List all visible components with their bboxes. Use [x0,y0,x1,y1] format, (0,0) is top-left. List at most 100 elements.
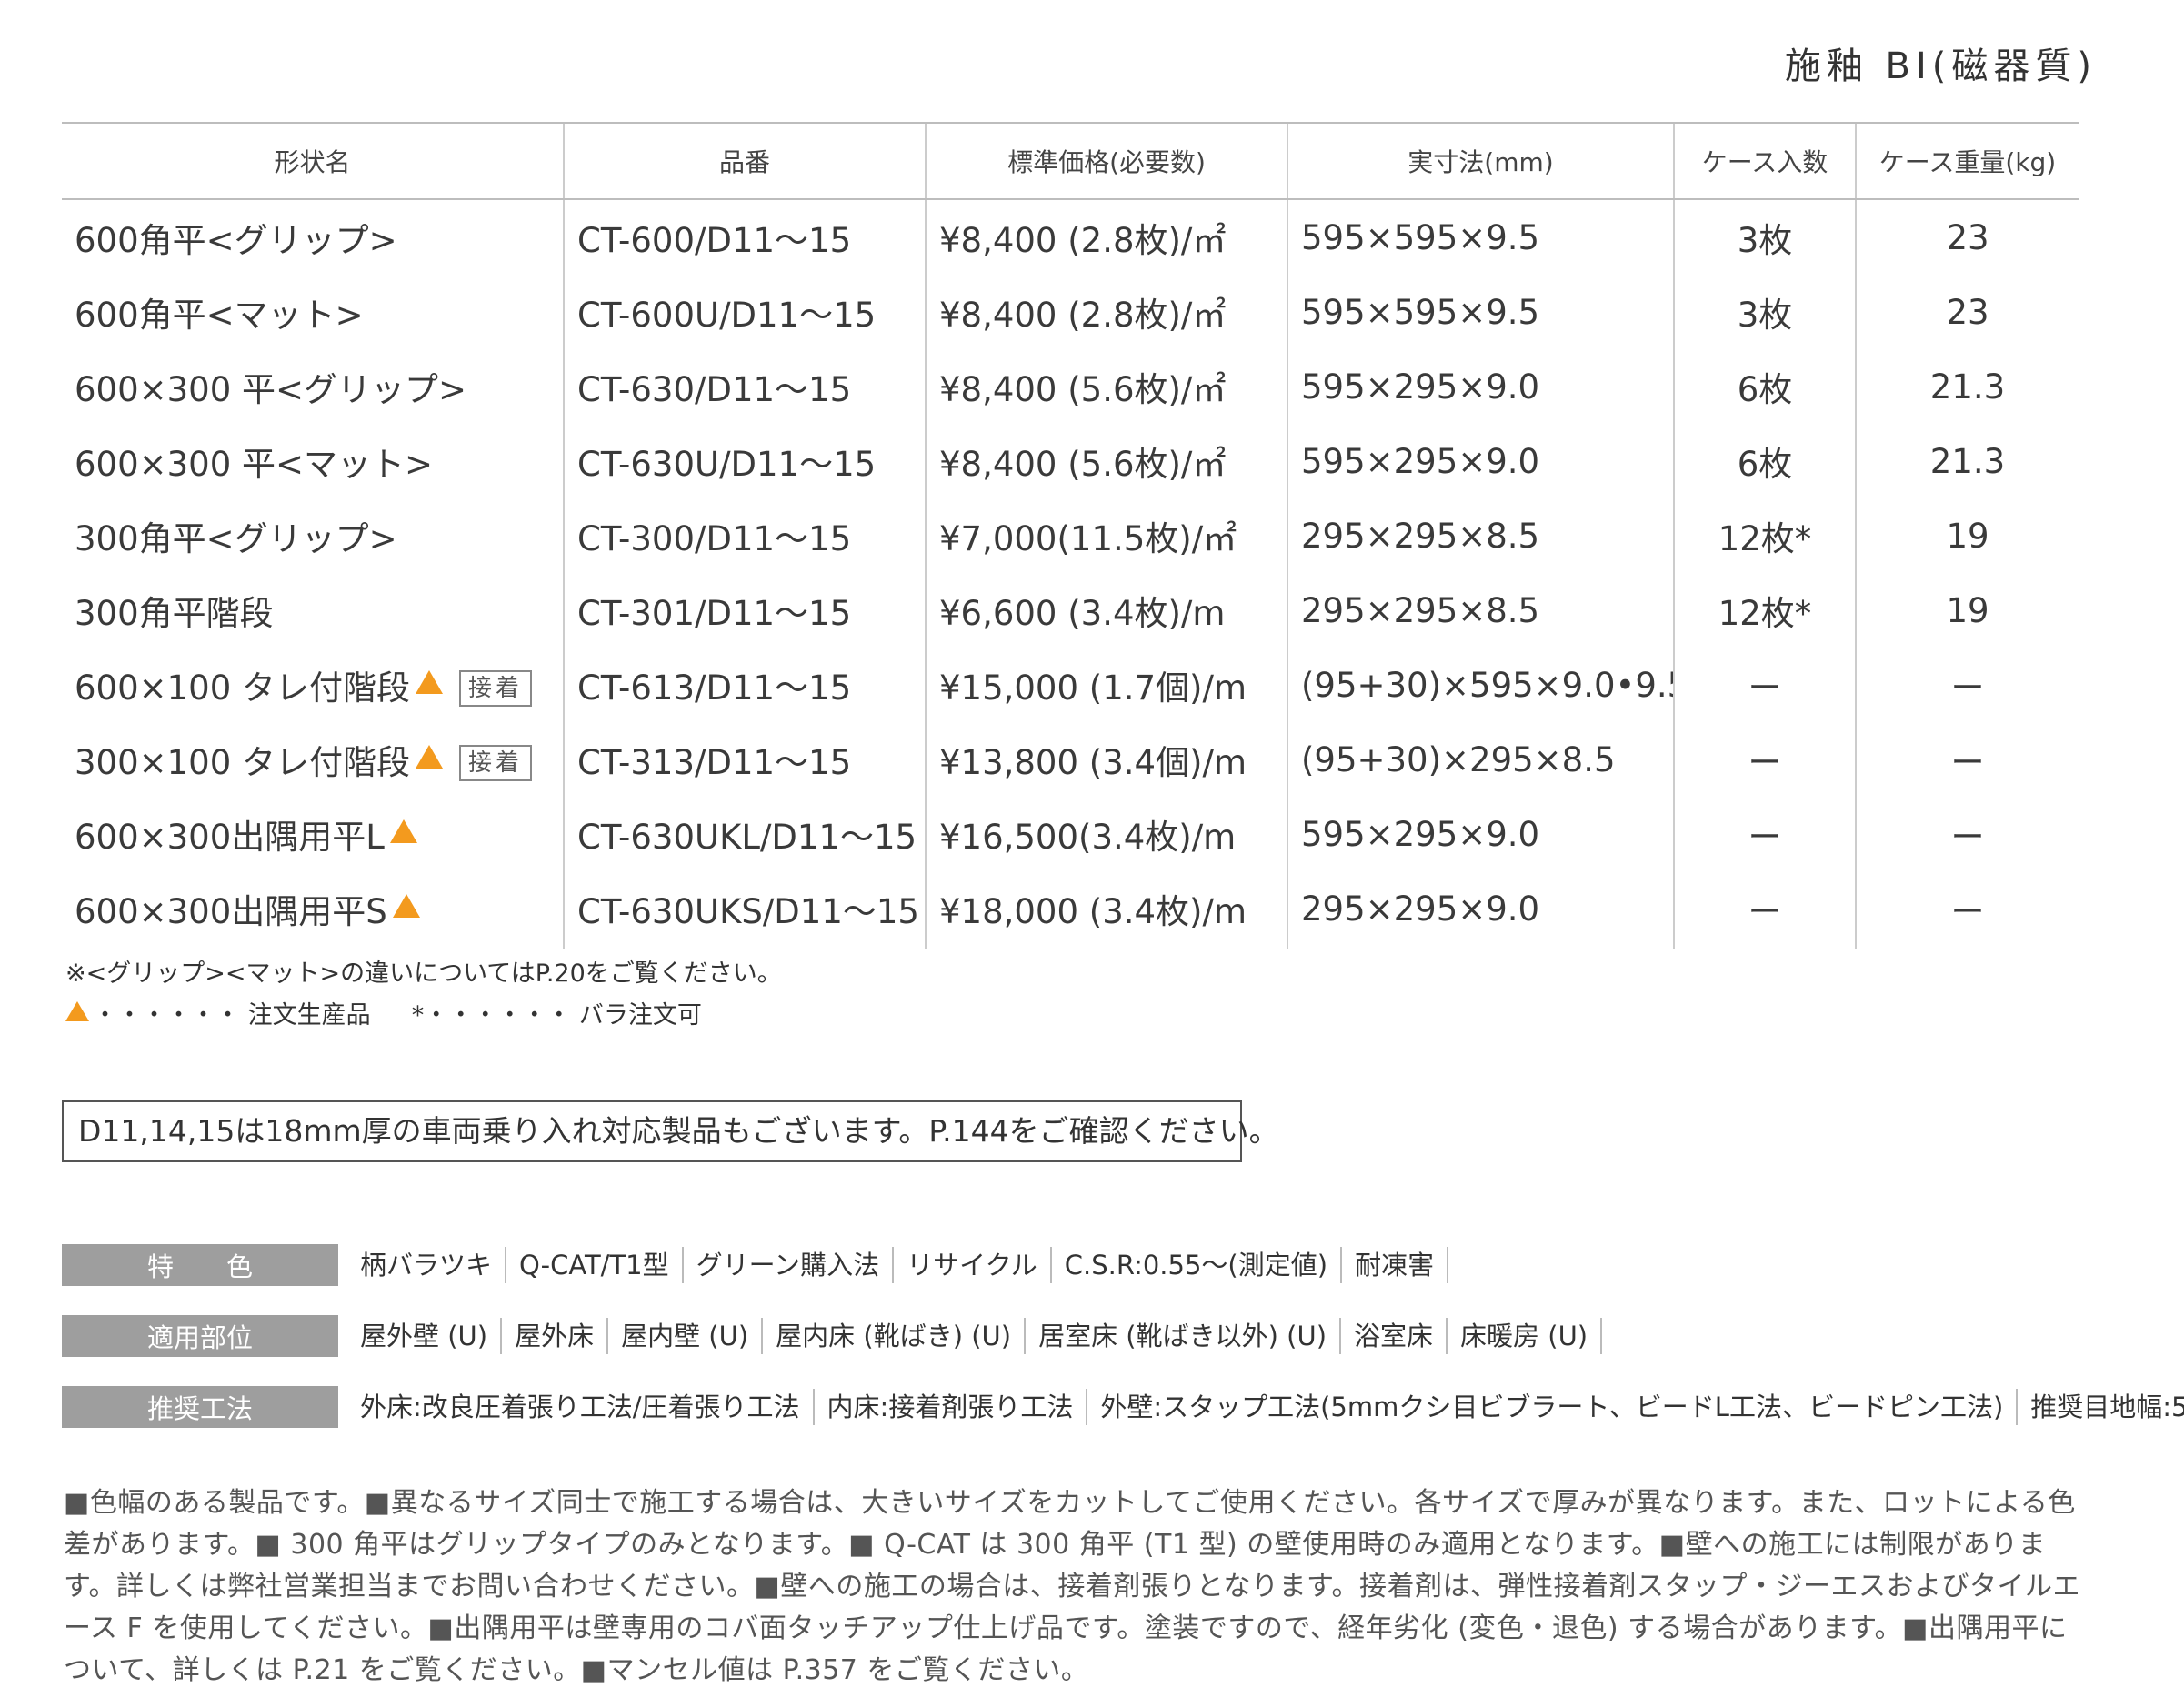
methods-label: 推奨工法 [62,1386,338,1428]
method-item: 外床:改良圧着張り工法/圧着張り工法 [347,1389,815,1425]
cell-product-code: CT-600/D11〜15 [563,199,926,275]
method-item: 内床:接着剤張り工法 [815,1389,1088,1425]
feature-item: 柄バラツキ [347,1247,507,1283]
feature-item: リサイクル [894,1247,1052,1283]
table-row: 600角平<グリップ> CT-600/D11〜15 ¥8,400 (2.8枚)/… [62,199,2079,275]
table-header-row: 形状名 品番 標準価格(必要数) 実寸法(mm) ケース入数 ケース重量(kg) [62,122,2079,200]
application-item: 屋外床 [502,1318,609,1354]
cell-shape-name: 300角平<グリップ> [75,519,397,558]
made-to-order-triangle-icon [65,1001,89,1021]
cell-product-code: CT-301/D11〜15 [563,573,926,648]
application-item: 床暖房 (U) [1448,1318,1603,1354]
grip-matte-note: ※<グリップ><マット>の違いについてはP.20をご覧ください。 [65,959,782,988]
header-standard-price: 標準価格(必要数) [925,122,1287,200]
cell-case-weight: ー [1855,722,2079,797]
cell-case-qty: ー [1673,648,1856,722]
cell-case-qty: 12枚* [1673,498,1856,573]
cell-size: 295×295×8.5 [1287,498,1674,573]
cell-product-code: CT-630/D11〜15 [563,349,926,424]
legend-loose-order: *・・・・・・ バラ注文可 [411,1001,702,1030]
made-to-order-triangle-icon [389,819,417,843]
cell-case-qty: 6枚 [1673,424,1856,498]
cell-product-code: CT-613/D11〜15 [563,648,926,722]
cell-price: ¥8,400 (2.8枚)/㎡ [925,199,1287,275]
method-item: 外壁:スタップ工法(5mmクシ目ビブラート、ビードL工法、ビードピン工法) [1087,1389,2019,1425]
product-footnote: ■色幅のある製品です。■異なるサイズ同士で施工する場合は、大きいサイズをカットし… [64,1487,2080,1686]
cell-price: ¥16,500(3.4枚)/m [925,797,1287,871]
cell-size: 295×295×9.0 [1287,871,1674,949]
shape-name-text: 600×300出隅用平S [75,892,387,931]
cell-shape-name: 600角平<マット> [75,296,364,335]
cell-shape-name: 600×300 平<グリップ> [75,370,467,409]
feature-item: 耐凍害 [1342,1247,1449,1283]
table-row: 300×100 タレ付階段 接着 CT-313/D11〜15 ¥13,800 (3… [62,722,2079,797]
feature-item: Q-CAT/T1型 [506,1247,684,1283]
made-to-order-triangle-icon [416,670,444,694]
cell-size: (95+30)×295×8.5 [1287,722,1674,797]
cell-size: 595×595×9.5 [1287,199,1674,275]
features-row: 特 色 柄バラツキ Q-CAT/T1型 グリーン購入法 リサイクル C.S.R:… [62,1244,1449,1286]
cell-case-qty: 3枚 [1673,275,1856,349]
table-row: 600×300出隅用平S CT-630UKS/D11〜15 ¥18,000 (3… [62,871,2079,949]
cell-case-weight: 19 [1855,498,2079,573]
cell-case-weight: ー [1855,648,2079,722]
application-item: 屋内壁 (U) [608,1318,764,1354]
cell-case-qty: ー [1673,722,1856,797]
cell-product-code: CT-630UKL/D11〜15 [563,797,926,871]
cell-case-weight: 23 [1855,275,2079,349]
cell-price: ¥15,000 (1.7個)/m [925,648,1287,722]
table-notes: ※<グリップ><マット>の違いについてはP.20をご覧ください。 ・・・・・・ … [65,953,782,1037]
header-product-code: 品番 [563,122,926,200]
vehicle-access-notice: D11,14,15は18mm厚の車両乗り入れ対応製品もございます。P.144をご… [62,1100,1279,1162]
cell-size: 595×295×9.0 [1287,424,1674,498]
applications-label: 適用部位 [62,1315,338,1357]
methods-row: 推奨工法 外床:改良圧着張り工法/圧着張り工法 内床:接着剤張り工法 外壁:スタ… [62,1386,2184,1428]
cell-product-code: CT-630U/D11〜15 [563,424,926,498]
cell-case-weight: 21.3 [1855,349,2079,424]
application-item: 屋外壁 (U) [347,1318,503,1354]
cell-case-qty: 6枚 [1673,349,1856,424]
cell-shape-name: 600角平<グリップ> [75,221,397,260]
made-to-order-triangle-icon [392,894,420,918]
made-to-order-triangle-icon [416,745,444,769]
applications-list: 屋外壁 (U) 屋外床 屋内壁 (U) 屋内床 (靴ばき) (U) 居室床 (靴… [347,1318,1603,1354]
cell-case-weight: ー [1855,797,2079,871]
header-case-weight: ケース重量(kg) [1855,122,2079,200]
cell-size: 595×595×9.5 [1287,275,1674,349]
applications-row: 適用部位 屋外壁 (U) 屋外床 屋内壁 (U) 屋内床 (靴ばき) (U) 居… [62,1315,1603,1357]
feature-item: C.S.R:0.55〜(測定値) [1052,1247,1343,1283]
application-item: 屋内床 (靴ばき) (U) [763,1318,1027,1354]
cell-case-weight: 19 [1855,573,2079,648]
cell-size: 595×295×9.0 [1287,797,1674,871]
cell-price: ¥8,400 (5.6枚)/㎡ [925,349,1287,424]
adhesive-tag: 接着 [459,670,533,707]
cell-product-code: CT-630UKS/D11〜15 [563,871,926,949]
features-list: 柄バラツキ Q-CAT/T1型 グリーン購入法 リサイクル C.S.R:0.55… [347,1247,1449,1283]
cell-shape-name: 600×300 平<マット> [75,445,434,484]
cell-shape-name: 600×300出隅用平S [62,871,564,949]
cell-price: ¥6,600 (3.4枚)/m [925,573,1287,648]
features-label: 特 色 [62,1244,338,1286]
table-row: 600×300 平<マット> CT-630U/D11〜15 ¥8,400 (5.… [62,424,2079,498]
cell-case-qty: ー [1673,871,1856,949]
table-row: 600×100 タレ付階段 接着 CT-613/D11〜15 ¥15,000 (1… [62,648,2079,722]
shape-name-text: 300×100 タレ付階段 [75,743,411,782]
table-row: 600×300 平<グリップ> CT-630/D11〜15 ¥8,400 (5.… [62,349,2079,424]
table-row: 600角平<マット> CT-600U/D11〜15 ¥8,400 (2.8枚)/… [62,275,2079,349]
cell-case-qty: 12枚* [1673,573,1856,648]
cell-size: (95+30)×595×9.0•9.5 [1287,648,1674,722]
cell-price: ¥8,400 (5.6枚)/㎡ [925,424,1287,498]
shape-name-text: 600×300出隅用平L [75,818,385,857]
header-shape-name: 形状名 [62,122,564,200]
legend: ・・・・・・ 注文生産品 *・・・・・・ バラ注文可 [65,995,782,1037]
cell-product-code: CT-313/D11〜15 [563,722,926,797]
header-actual-size: 実寸法(mm) [1287,122,1674,200]
cell-shape-name: 300角平階段 [75,594,274,633]
application-item: 浴室床 [1341,1318,1448,1354]
method-item: 推奨目地幅:5mm [2030,1392,2184,1422]
cell-price: ¥13,800 (3.4個)/m [925,722,1287,797]
feature-item: グリーン購入法 [684,1247,895,1283]
glaze-category-title: 施釉 BⅠ(磁器質) [1784,45,2097,87]
methods-list: 外床:改良圧着張り工法/圧着張り工法 内床:接着剤張り工法 外壁:スタップ工法(… [347,1389,2184,1425]
legend-made-to-order: ・・・・・・ 注文生産品 [93,1001,371,1030]
